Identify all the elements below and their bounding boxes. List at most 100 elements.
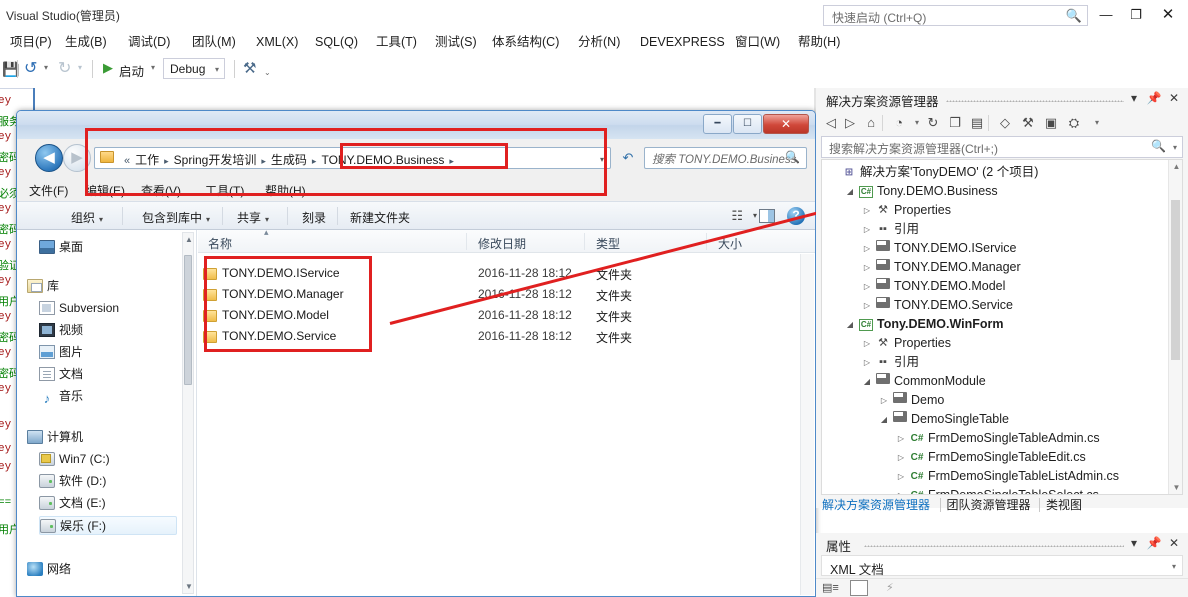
explorer-search-input[interactable]: 搜索 TONY.DEMO.Business 🔍 — [644, 147, 807, 169]
scroll-down-icon[interactable]: ▼ — [1172, 483, 1181, 492]
alphabetical-icon[interactable] — [850, 580, 868, 596]
collapsed-caret-icon[interactable]: ▷ — [862, 353, 872, 372]
search-icon[interactable]: 🔍 — [785, 150, 800, 164]
nav-tree-item-8[interactable]: Win7 (C:) — [39, 450, 177, 469]
nav-scrollbar[interactable]: ▲ ▼ — [182, 232, 194, 594]
nav-tree-item-2[interactable]: Subversion — [39, 299, 177, 318]
back-icon[interactable]: ◁ — [822, 114, 840, 132]
back-button[interactable]: ◀ — [35, 144, 63, 172]
explorer-minimize-button[interactable]: ━ — [703, 114, 732, 134]
column-header-2[interactable]: 类型 — [596, 235, 620, 252]
vs-menu-item-7[interactable]: 测试(S) — [435, 33, 477, 51]
class-diagram-icon[interactable]: ⛭ — [1065, 114, 1083, 132]
solution-tree-item-4[interactable]: ▷ TONY.DEMO.IService — [822, 239, 1167, 258]
properties-icon[interactable]: ⚒ — [1019, 114, 1037, 132]
solution-tree-item-3[interactable]: ▷ ▪▪ 引用 — [822, 220, 1167, 239]
column-divider[interactable] — [584, 233, 585, 250]
collapse-all-icon[interactable]: ❐ — [946, 114, 964, 132]
solution-tree-scrollbar[interactable]: ▲ ▼ — [1168, 160, 1182, 494]
pending-changes-icon[interactable]: ◔ — [890, 114, 908, 132]
nav-tree-item-5[interactable]: 文档 — [39, 365, 177, 384]
vs-minimize-button[interactable]: — — [1092, 4, 1120, 26]
pin-icon[interactable]: 📌 — [1146, 91, 1162, 105]
panel-tab-1[interactable]: 团队资源管理器 — [947, 496, 1031, 514]
solution-tree-item-0[interactable]: ⊞ 解决方案'TonyDEMO' (2 个项目) — [822, 163, 1167, 182]
explorer-command-1[interactable]: 包含到库中 ▾ — [142, 209, 210, 226]
vs-menu-item-10[interactable]: DEVEXPRESS — [640, 33, 725, 51]
forward-icon[interactable]: ▷ — [841, 114, 859, 132]
column-divider[interactable] — [466, 233, 467, 250]
close-icon[interactable]: ✕ — [1166, 91, 1182, 105]
explorer-command-2[interactable]: 共享 ▾ — [237, 209, 269, 226]
collapsed-caret-icon[interactable]: ▷ — [862, 220, 872, 239]
overflow-caret[interactable]: ▾ — [1088, 114, 1106, 132]
pin-icon[interactable]: 📌 — [1146, 536, 1162, 550]
solution-tree-item-7[interactable]: ▷ TONY.DEMO.Service — [822, 296, 1167, 315]
solution-explorer-search-input[interactable]: 搜索解决方案资源管理器(Ctrl+;) 🔍 ▾ — [821, 136, 1183, 158]
properties-dropdown-icon[interactable]: ▾ — [1126, 536, 1142, 550]
expanded-caret-icon[interactable]: ◢ — [862, 372, 872, 391]
solution-tree-item-2[interactable]: ▷ ⚒ Properties — [822, 201, 1167, 220]
vs-menu-item-8[interactable]: 体系结构(C) — [492, 33, 559, 51]
panel-tab-2[interactable]: 类视图 — [1046, 496, 1082, 514]
collapsed-caret-icon[interactable]: ▷ — [896, 448, 906, 467]
nav-scrollbar-thumb[interactable] — [184, 255, 192, 385]
search-caret-icon[interactable]: ▾ — [1173, 143, 1177, 152]
vs-menu-item-0[interactable]: 项目(P) — [10, 33, 52, 51]
collapsed-caret-icon[interactable]: ▷ — [862, 239, 872, 258]
nav-tree-item-11[interactable]: 娱乐 (F:) — [39, 516, 177, 535]
preview-selected-icon[interactable]: ▣ — [1042, 114, 1060, 132]
quick-launch-input[interactable]: 快速启动 (Ctrl+Q) 🔍 — [823, 5, 1088, 26]
collapsed-caret-icon[interactable]: ▷ — [862, 296, 872, 315]
nav-tree-item-9[interactable]: 软件 (D:) — [39, 472, 177, 491]
solution-tree-scrollbar-thumb[interactable] — [1171, 200, 1180, 360]
panel-dropdown-icon[interactable]: ▾ — [1126, 91, 1142, 105]
panel-tab-0[interactable]: 解决方案资源管理器 — [822, 496, 930, 514]
nav-tree-item-7[interactable]: 计算机 — [27, 428, 177, 447]
solution-configuration-select[interactable]: Debug ▾ — [163, 58, 225, 79]
undo-icon[interactable]: ↺ — [24, 59, 37, 79]
explorer-maximize-button[interactable]: ☐ — [733, 114, 762, 134]
solution-tree-item-14[interactable]: ▷ C# FrmDemoSingleTableAdmin.cs — [822, 429, 1167, 448]
nav-tree-item-6[interactable]: ♪ 音乐 — [39, 387, 177, 406]
solution-tree-item-11[interactable]: ◢ CommonModule — [822, 372, 1167, 391]
nav-tree-item-1[interactable]: 库 — [27, 277, 177, 296]
expanded-caret-icon[interactable]: ◢ — [879, 410, 889, 429]
collapsed-caret-icon[interactable]: ▷ — [879, 391, 889, 410]
collapsed-caret-icon[interactable]: ▷ — [896, 486, 906, 494]
close-icon[interactable]: ✕ — [1166, 536, 1182, 550]
toolbar-overflow-icon[interactable]: ⌄ — [264, 68, 271, 77]
events-icon[interactable]: ⚡ — [886, 581, 894, 596]
scroll-up-icon[interactable]: ▲ — [185, 235, 193, 244]
collapsed-caret-icon[interactable]: ▷ — [862, 201, 872, 220]
solution-tree-item-17[interactable]: ▷C#FrmDemoSingleTableSelect.cs — [822, 486, 1167, 494]
collapsed-caret-icon[interactable]: ▷ — [896, 467, 906, 486]
file-list-scrollbar[interactable] — [800, 254, 814, 595]
vs-menu-item-5[interactable]: SQL(Q) — [315, 33, 358, 51]
explorer-command-4[interactable]: 新建文件夹 — [350, 209, 410, 226]
start-debug-icon[interactable]: ▶ — [103, 60, 113, 76]
properties-object-select[interactable]: XML 文档 ▾ — [821, 555, 1183, 577]
search-icon[interactable]: 🔍 — [1066, 8, 1082, 24]
refresh-icon[interactable]: ↶ — [617, 147, 639, 169]
vs-menu-item-11[interactable]: 窗口(W) — [735, 33, 780, 51]
redo-caret-icon[interactable]: ▾ — [78, 63, 82, 72]
solution-tree-item-5[interactable]: ▷ TONY.DEMO.Manager — [822, 258, 1167, 277]
collapsed-caret-icon[interactable]: ▷ — [862, 334, 872, 353]
undo-caret-icon[interactable]: ▾ — [44, 63, 48, 72]
solution-tree-item-16[interactable]: ▷ C# FrmDemoSingleTableListAdmin.cs — [822, 467, 1167, 486]
explorer-close-button[interactable]: ✕ — [763, 114, 809, 134]
vs-menu-item-2[interactable]: 调试(D) — [128, 33, 170, 51]
view-list-icon[interactable]: ☷ — [731, 208, 743, 224]
expanded-caret-icon[interactable]: ◢ — [845, 182, 855, 201]
show-all-files-icon[interactable]: ▤ — [968, 114, 986, 132]
nav-tree-item-3[interactable]: 视频 — [39, 321, 177, 340]
start-caret-icon[interactable]: ▾ — [151, 63, 155, 72]
solution-tree-item-6[interactable]: ▷ TONY.DEMO.Model — [822, 277, 1167, 296]
collapsed-caret-icon[interactable]: ▷ — [896, 429, 906, 448]
nav-tree-item-12[interactable]: 网络 — [27, 560, 177, 579]
scroll-down-icon[interactable]: ▼ — [185, 582, 193, 591]
start-debug-label[interactable]: 启动 — [119, 61, 144, 80]
solution-tree-item-13[interactable]: ◢ DemoSingleTable — [822, 410, 1167, 429]
column-header-0[interactable]: 名称 — [208, 235, 232, 252]
